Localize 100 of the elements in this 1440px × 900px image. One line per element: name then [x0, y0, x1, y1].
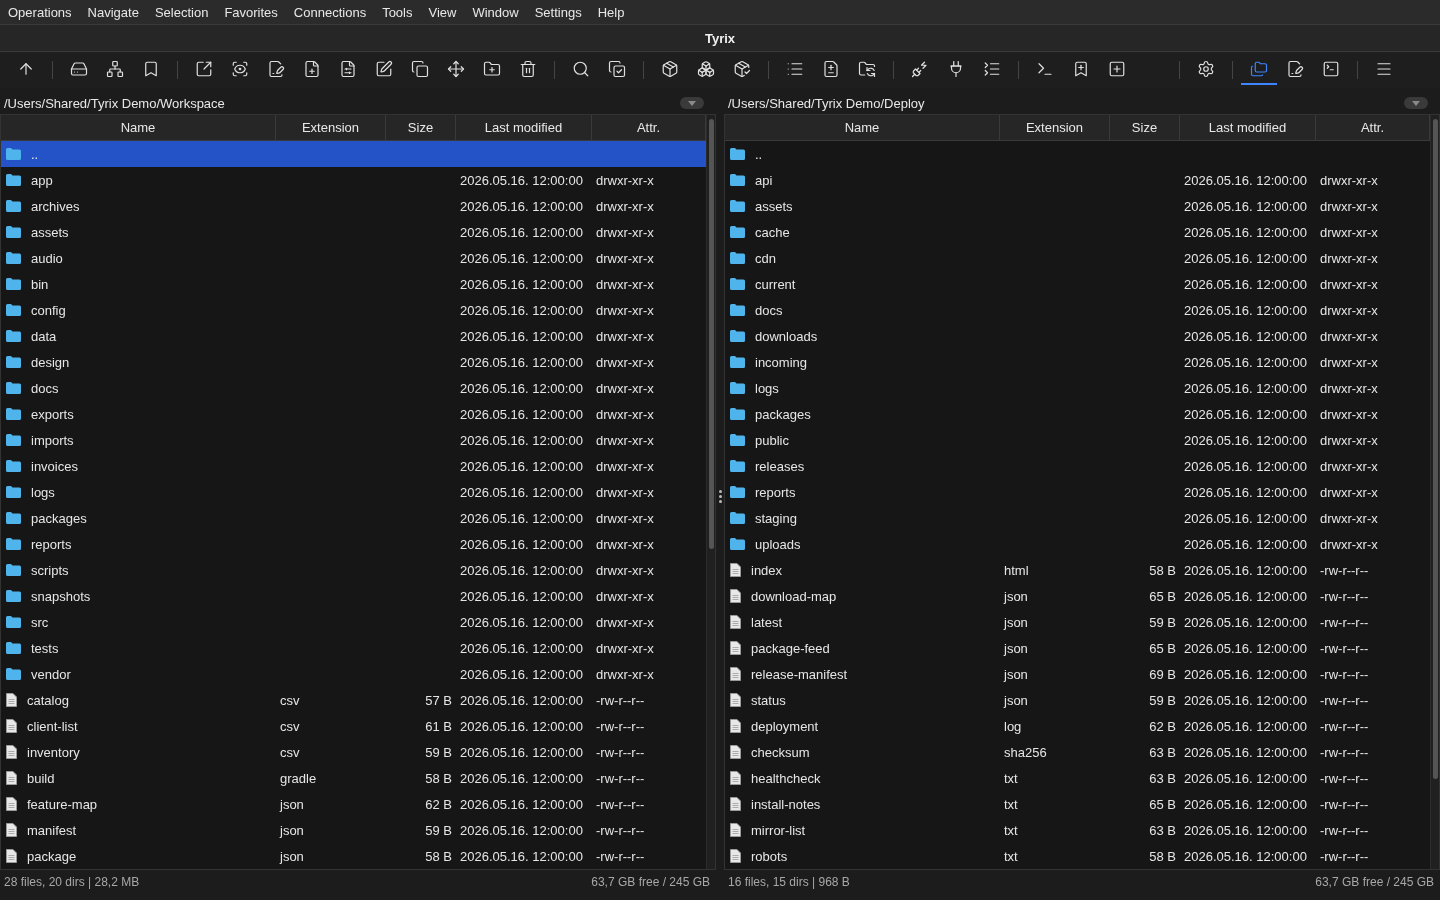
- file-row[interactable]: tests 2026.05.16. 12:00:00 drwxr-xr-x: [1, 635, 706, 661]
- menu-item[interactable]: Favorites: [218, 4, 284, 20]
- file-row[interactable]: staging 2026.05.16. 12:00:00 drwxr-xr-x: [725, 505, 1430, 531]
- file-row[interactable]: src 2026.05.16. 12:00:00 drwxr-xr-x: [1, 609, 706, 635]
- file-row[interactable]: catalog csv 57 B 2026.05.16. 12:00:00 -rw-r--r--: [1, 687, 706, 713]
- file-row[interactable]: assets 2026.05.16. 12:00:00 drwxr-xr-x: [1, 219, 706, 245]
- file-icon: [6, 849, 17, 863]
- file-row[interactable]: mirror-list txt 63 B 2026.05.16. 12:00:00 -rw-r--r--: [725, 817, 1430, 843]
- file-attributes: -rw-r--r--: [595, 822, 646, 838]
- menu-item[interactable]: Selection: [148, 4, 215, 20]
- file-row[interactable]: packages 2026.05.16. 12:00:00 drwxr-xr-x: [1, 505, 706, 531]
- file-row[interactable]: snapshots 2026.05.16. 12:00:00 drwxr-xr-x: [1, 583, 706, 609]
- column-header[interactable]: Size: [1110, 115, 1180, 140]
- file-row[interactable]: ..: [725, 141, 1430, 167]
- column-header[interactable]: Name: [725, 115, 1000, 140]
- file-row[interactable]: latest json 59 B 2026.05.16. 12:00:00 -rw-r--r--: [725, 609, 1430, 635]
- file-row[interactable]: manifest json 59 B 2026.05.16. 12:00:00 -rw-r--r--: [1, 817, 706, 843]
- file-row[interactable]: packages 2026.05.16. 12:00:00 drwxr-xr-x: [725, 401, 1430, 427]
- file-row[interactable]: reports 2026.05.16. 12:00:00 drwxr-xr-x: [1, 531, 706, 557]
- splitter-handle[interactable]: [718, 489, 722, 503]
- file-attributes: drwxr-xr-x: [1319, 510, 1379, 526]
- file-row[interactable]: healthcheck txt 63 B 2026.05.16. 12:00:00 -rw-r--r--: [725, 765, 1430, 791]
- column-header[interactable]: Last modified: [1180, 115, 1316, 140]
- folder-icon: [6, 616, 21, 628]
- file-row[interactable]: cache 2026.05.16. 12:00:00 drwxr-xr-x: [725, 219, 1430, 245]
- file-row[interactable]: releases 2026.05.16. 12:00:00 drwxr-xr-x: [725, 453, 1430, 479]
- file-row[interactable]: current 2026.05.16. 12:00:00 drwxr-xr-x: [725, 271, 1430, 297]
- file-row[interactable]: docs 2026.05.16. 12:00:00 drwxr-xr-x: [1, 375, 706, 401]
- file-row[interactable]: index html 58 B 2026.05.16. 12:00:00 -rw-r--r--: [725, 557, 1430, 583]
- file-row[interactable]: install-notes txt 65 B 2026.05.16. 12:00:00 -rw-r--r--: [725, 791, 1430, 817]
- file-attributes: drwxr-xr-x: [595, 198, 655, 214]
- file-name: downloads: [754, 328, 819, 344]
- file-row[interactable]: exports 2026.05.16. 12:00:00 drwxr-xr-x: [1, 401, 706, 427]
- file-row[interactable]: invoices 2026.05.16. 12:00:00 drwxr-xr-x: [1, 453, 706, 479]
- file-row[interactable]: downloads 2026.05.16. 12:00:00 drwxr-xr-x: [725, 323, 1430, 349]
- column-header[interactable]: Extension: [276, 115, 386, 140]
- file-row[interactable]: deployment log 62 B 2026.05.16. 12:00:00 -rw-r--r--: [725, 713, 1430, 739]
- folder-icon: [6, 252, 21, 264]
- file-row[interactable]: assets 2026.05.16. 12:00:00 drwxr-xr-x: [725, 193, 1430, 219]
- menu-item[interactable]: Window: [466, 4, 525, 20]
- history-dropdown[interactable]: [1404, 97, 1428, 109]
- menu-item[interactable]: View: [422, 4, 463, 20]
- file-row[interactable]: inventory csv 59 B 2026.05.16. 12:00:00 -rw-r--r--: [1, 739, 706, 765]
- menu-item[interactable]: Operations: [2, 4, 78, 20]
- column-header[interactable]: Last modified: [456, 115, 592, 140]
- file-row[interactable]: api 2026.05.16. 12:00:00 drwxr-xr-x: [725, 167, 1430, 193]
- column-header[interactable]: Extension: [1000, 115, 1110, 140]
- file-row[interactable]: vendor 2026.05.16. 12:00:00 drwxr-xr-x: [1, 661, 706, 687]
- file-row[interactable]: download-map json 65 B 2026.05.16. 12:00:00 -rw-r--r--: [725, 583, 1430, 609]
- column-header[interactable]: Name: [1, 115, 276, 140]
- history-dropdown[interactable]: [680, 97, 704, 109]
- file-row[interactable]: archives 2026.05.16. 12:00:00 drwxr-xr-x: [1, 193, 706, 219]
- file-row[interactable]: incoming 2026.05.16. 12:00:00 drwxr-xr-x: [725, 349, 1430, 375]
- file-row[interactable]: cdn 2026.05.16. 12:00:00 drwxr-xr-x: [725, 245, 1430, 271]
- file-row[interactable]: ..: [1, 141, 706, 167]
- file-name: index: [750, 562, 784, 578]
- file-row[interactable]: client-list csv 61 B 2026.05.16. 12:00:00 -rw-r--r--: [1, 713, 706, 739]
- file-row[interactable]: app 2026.05.16. 12:00:00 drwxr-xr-x: [1, 167, 706, 193]
- file-attributes: drwxr-xr-x: [1319, 302, 1379, 318]
- file-name: assets: [30, 224, 70, 240]
- scrollbar[interactable]: [706, 115, 715, 869]
- file-row[interactable]: release-manifest json 69 B 2026.05.16. 12:00:00 -rw-r--r--: [725, 661, 1430, 687]
- file-row[interactable]: package json 58 B 2026.05.16. 12:00:00 -rw-r--r--: [1, 843, 706, 869]
- file-row[interactable]: audio 2026.05.16. 12:00:00 drwxr-xr-x: [1, 245, 706, 271]
- file-row[interactable]: public 2026.05.16. 12:00:00 drwxr-xr-x: [725, 427, 1430, 453]
- file-row[interactable]: uploads 2026.05.16. 12:00:00 drwxr-xr-x: [725, 531, 1430, 557]
- menu-item[interactable]: Settings: [528, 4, 588, 20]
- file-row[interactable]: bin 2026.05.16. 12:00:00 drwxr-xr-x: [1, 271, 706, 297]
- scrollbar[interactable]: [1430, 115, 1439, 869]
- file-row[interactable]: docs 2026.05.16. 12:00:00 drwxr-xr-x: [725, 297, 1430, 323]
- modified-date: 2026.05.16. 12:00:00: [1183, 302, 1308, 318]
- file-row[interactable]: feature-map json 62 B 2026.05.16. 12:00:00 -rw-r--r--: [1, 791, 706, 817]
- file-row[interactable]: robots txt 58 B 2026.05.16. 12:00:00 -rw-r--r--: [725, 843, 1430, 869]
- file-row[interactable]: logs 2026.05.16. 12:00:00 drwxr-xr-x: [1, 479, 706, 505]
- file-row[interactable]: package-feed json 65 B 2026.05.16. 12:00:00 -rw-r--r--: [725, 635, 1430, 661]
- file-row[interactable]: checksum sha256 63 B 2026.05.16. 12:00:00 -rw-r--r--: [725, 739, 1430, 765]
- file-row[interactable]: scripts 2026.05.16. 12:00:00 drwxr-xr-x: [1, 557, 706, 583]
- menu-item[interactable]: Help: [591, 4, 631, 20]
- column-header[interactable]: Size: [386, 115, 456, 140]
- menu-item[interactable]: Navigate: [81, 4, 145, 20]
- folder-icon: [6, 486, 21, 498]
- caret-down-icon: [688, 100, 696, 106]
- file-attributes: -rw-r--r--: [595, 718, 646, 734]
- file-attributes: drwxr-xr-x: [595, 614, 655, 630]
- file-row[interactable]: design 2026.05.16. 12:00:00 drwxr-xr-x: [1, 349, 706, 375]
- file-extension: txt: [1003, 796, 1019, 812]
- menu-item[interactable]: Tools: [376, 4, 419, 20]
- file-attributes: drwxr-xr-x: [1319, 172, 1379, 188]
- menu-item[interactable]: Connections: [287, 4, 373, 20]
- modified-date: 2026.05.16. 12:00:00: [1183, 614, 1308, 630]
- file-row[interactable]: imports 2026.05.16. 12:00:00 drwxr-xr-x: [1, 427, 706, 453]
- file-row[interactable]: logs 2026.05.16. 12:00:00 drwxr-xr-x: [725, 375, 1430, 401]
- file-size: 59 B: [1148, 614, 1177, 630]
- folder-icon: [730, 460, 745, 472]
- file-row[interactable]: reports 2026.05.16. 12:00:00 drwxr-xr-x: [725, 479, 1430, 505]
- file-row[interactable]: data 2026.05.16. 12:00:00 drwxr-xr-x: [1, 323, 706, 349]
- file-row[interactable]: build gradle 58 B 2026.05.16. 12:00:00 -rw-r--r--: [1, 765, 706, 791]
- modified-date: 2026.05.16. 12:00:00: [459, 536, 584, 552]
- file-row[interactable]: config 2026.05.16. 12:00:00 drwxr-xr-x: [1, 297, 706, 323]
- file-row[interactable]: status json 59 B 2026.05.16. 12:00:00 -rw-r--r--: [725, 687, 1430, 713]
